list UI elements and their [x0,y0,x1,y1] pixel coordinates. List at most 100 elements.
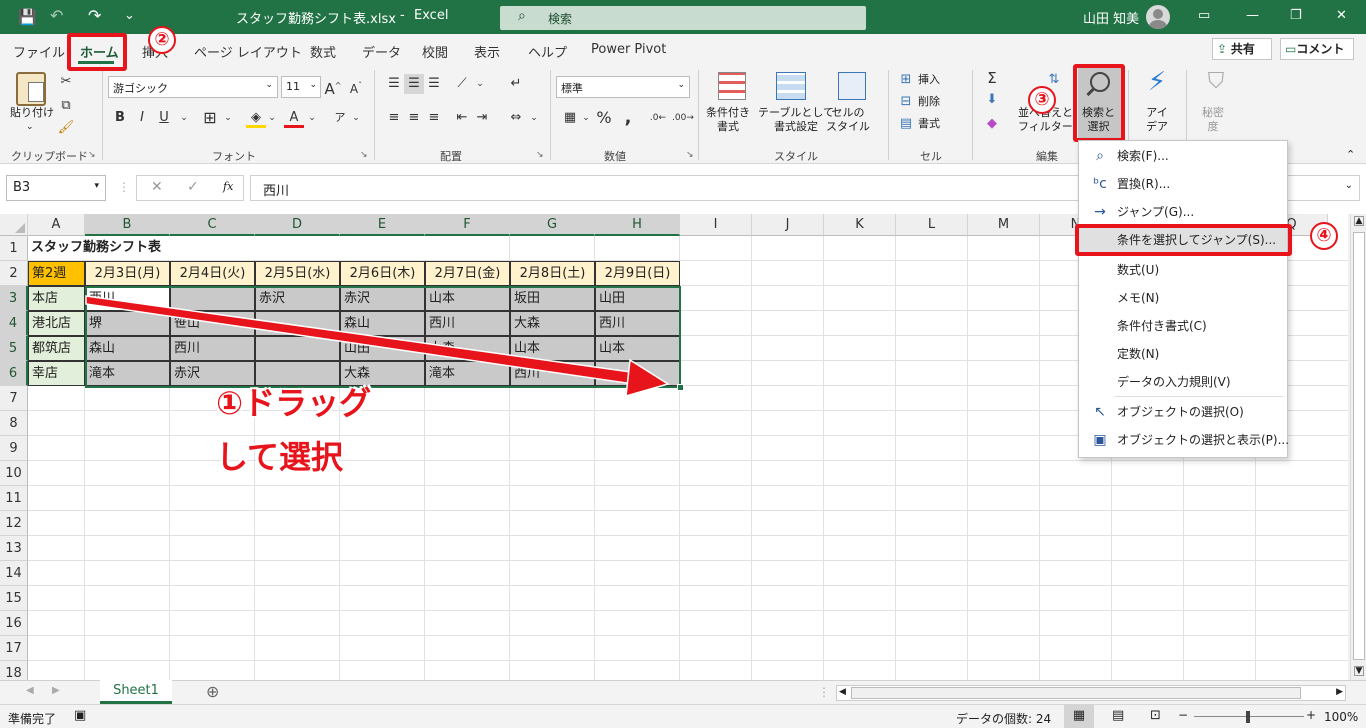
underline-button[interactable]: U [154,108,174,128]
comment-button[interactable]: ▭コメント [1280,38,1354,60]
wrap-text-icon[interactable]: ↵ [506,74,526,94]
ribbon-display-icon[interactable]: ▭ [1198,8,1210,23]
format-as-table-icon[interactable] [776,72,806,100]
phonetic-dropdown-icon[interactable]: ⌄ [346,108,366,128]
number-launcher-icon[interactable]: ↘ [686,150,694,160]
scroll-up-icon[interactable]: ▲ [1354,216,1364,226]
normal-view-icon[interactable]: ▦ [1064,705,1094,728]
italic-button[interactable]: I [132,108,152,128]
qat-customize-icon[interactable]: ⌄ [124,8,135,23]
align-left-icon[interactable]: ≡ [384,108,404,128]
menu-item[interactable]: ▣ オブジェクトの選択と表示(P)... [1079,427,1289,453]
conditional-format-icon[interactable] [718,72,746,100]
tab-view[interactable]: 表示 [474,42,500,61]
name-box[interactable]: B3 ▾ [6,175,106,201]
align-middle-icon[interactable]: ☰ [404,74,424,94]
conditional-format-button[interactable]: 条件付き 書式 [706,106,750,134]
redo-icon[interactable]: ↷ [88,6,101,25]
align-bottom-icon[interactable]: ☰ [424,74,444,94]
cell-styles-icon[interactable] [838,72,866,100]
column-header[interactable]: M [968,214,1040,236]
ideas-button[interactable]: アイ デア [1146,106,1168,134]
scroll-left-icon[interactable]: ◀ [839,687,846,697]
date-header-cell[interactable]: 2月8日(土) [510,261,595,286]
copy-icon[interactable]: ⧉ [56,96,76,116]
delete-cells-icon[interactable]: ⊟ [896,92,916,112]
column-header[interactable]: G [510,214,595,236]
row-header[interactable]: 14 [0,561,28,586]
column-header[interactable]: B [85,214,170,236]
row-header[interactable]: 10 [0,461,28,486]
accounting-dropdown-icon[interactable]: ⌄ [576,108,596,128]
menu-item[interactable]: メモ(N) [1079,285,1287,311]
zoom-level[interactable]: 100% [1324,710,1358,724]
cell-styles-button[interactable]: セルの スタイル [826,106,870,134]
borders-icon[interactable]: ⊞ [200,108,220,128]
percent-icon[interactable]: % [594,108,614,128]
row-header[interactable]: 11 [0,486,28,511]
next-sheet-icon[interactable]: ▶ [52,685,60,696]
decrease-indent-icon[interactable]: ⇤ [452,108,472,128]
store-name-cell[interactable]: 幸店 [28,361,85,386]
macro-record-icon[interactable]: ▣ [74,708,86,723]
sheet-title-cell[interactable]: スタッフ勤務シフト表 [28,236,448,261]
avatar[interactable] [1146,5,1170,29]
paste-button[interactable]: 貼り付け [10,106,54,120]
insert-cells-icon[interactable]: ⊞ [896,70,916,90]
search-box[interactable]: ⌕ 検索 [500,6,866,30]
clear-icon[interactable]: ◆ [982,114,1002,134]
delete-cells-button[interactable]: 削除 [918,95,940,109]
expand-formula-icon[interactable]: ⌄ [1345,180,1353,191]
date-header-cell[interactable]: 2月4日(火) [170,261,255,286]
menu-item[interactable]: → ジャンプ(G)... [1079,199,1287,225]
orientation-dropdown-icon[interactable]: ⌄ [470,74,490,94]
store-name-cell[interactable]: 都筑店 [28,336,85,361]
format-cells-button[interactable]: 書式 [918,117,940,131]
zoom-thumb[interactable] [1246,711,1250,723]
row-header[interactable]: 18 [0,661,28,680]
cut-icon[interactable]: ✂ [56,72,76,92]
row-header[interactable]: 4 [0,311,28,336]
clipboard-launcher-icon[interactable]: ↘ [88,150,96,160]
row-header[interactable]: 1 [0,236,28,261]
menu-item[interactable]: 定数(N) [1079,341,1287,367]
zoom-out-button[interactable]: − [1178,708,1188,722]
tab-power-pivot[interactable]: Power Pivot [591,42,666,57]
font-name-box[interactable]: 游ゴシック ⌄ [108,76,278,98]
page-layout-view-icon[interactable]: ▤ [1112,708,1124,723]
font-launcher-icon[interactable]: ↘ [360,150,368,160]
format-as-table-button[interactable]: テーブルとして 書式設定 [758,106,834,134]
merge-center-icon[interactable]: ⇔ [506,108,526,128]
format-cells-icon[interactable]: ▤ [896,114,916,134]
undo-icon[interactable]: ↶ [50,6,63,25]
prev-sheet-icon[interactable]: ◀ [26,685,34,696]
date-header-cell[interactable]: 2月5日(水) [255,261,340,286]
h-scroll-thumb[interactable] [851,687,1301,699]
fill-dropdown-icon[interactable]: ⌄ [262,108,282,128]
page-break-view-icon[interactable]: ⊡ [1150,708,1161,723]
column-header[interactable]: I [680,214,752,236]
cancel-icon[interactable]: ✕ [151,179,163,195]
user-name[interactable]: 山田 知美 [1083,8,1139,27]
store-name-cell[interactable]: 本店 [28,286,85,311]
borders-dropdown-icon[interactable]: ⌄ [218,108,238,128]
row-header[interactable]: 3 [0,286,28,311]
close-icon[interactable]: ✕ [1336,8,1347,23]
column-header[interactable]: F [425,214,510,236]
row-header[interactable]: 16 [0,611,28,636]
tab-review[interactable]: 校閲 [422,42,448,61]
column-header[interactable]: L [896,214,968,236]
tab-page-layout[interactable]: ページ レイアウト [194,42,302,61]
store-name-cell[interactable]: 港北店 [28,311,85,336]
align-right-icon[interactable]: ≡ [424,108,444,128]
tab-formulas[interactable]: 数式 [310,42,336,61]
zoom-in-button[interactable]: + [1306,708,1316,722]
format-painter-icon[interactable]: 🖌 [56,118,76,138]
orientation-icon[interactable]: ⟋ [452,74,472,94]
row-header[interactable]: 17 [0,636,28,661]
ideas-icon[interactable]: ⚡ [1144,69,1170,104]
tab-split-grip-icon[interactable]: ⋮ [818,685,830,699]
horizontal-scrollbar[interactable]: ◀ ▶ [836,685,1346,701]
row-header[interactable]: 2 [0,261,28,286]
insert-function-button[interactable]: fx [223,180,233,193]
